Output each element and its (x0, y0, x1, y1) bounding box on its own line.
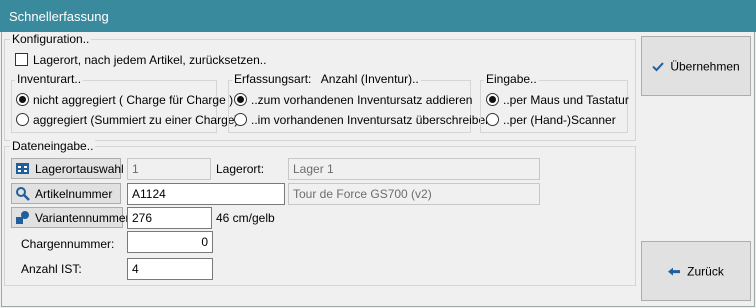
radio-mouse-keyboard-label[interactable]: ..per Maus und Tastatur (503, 93, 629, 107)
dialog-body: Konfiguration.. Lagerort, nach jedem Art… (1, 32, 755, 307)
quantity-input[interactable]: 4 (127, 258, 213, 280)
location-label: Lagerort: (216, 162, 265, 176)
radio-aggregated-label[interactable]: aggregiert (Summiert zu einer Charge) (33, 113, 238, 127)
apply-button-label: Übernehmen (670, 59, 740, 74)
radio-add-to-existing[interactable] (234, 93, 247, 106)
radio-mouse-keyboard[interactable] (486, 93, 499, 106)
capture-type-legend: Erfassungsart: Anzahl (Inventur).. (232, 72, 421, 86)
input-mode-legend: Eingabe.. (484, 72, 539, 86)
radio-hand-scanner-label[interactable]: ..per (Hand-)Scanner (503, 113, 616, 127)
shapes-icon (16, 211, 29, 224)
radio-not-aggregated-label[interactable]: nicht aggregiert ( Charge für Charge ) (33, 93, 233, 107)
reset-location-checkbox[interactable] (15, 53, 28, 66)
search-icon (16, 187, 30, 201)
warehouse-icon (16, 163, 29, 174)
location-id-field: 1 (127, 158, 211, 180)
inventory-type-legend: Inventurart.. (15, 72, 84, 86)
article-name-field: Tour de Force GS700 (v2) (288, 183, 540, 205)
variant-number-input[interactable]: 276 (127, 207, 212, 229)
radio-add-to-existing-label[interactable]: ..zum vorhandenen Inventursatz addieren (251, 93, 472, 107)
location-select-label: Lagerortauswahl (35, 162, 124, 176)
quantity-label: Anzahl IST: (21, 262, 82, 276)
article-number-button-label: Artikelnummer (35, 187, 113, 201)
location-name-field: Lager 1 (288, 158, 540, 180)
back-button-label: Zurück (687, 264, 724, 279)
variant-number-button-label: Variantennummer (35, 211, 130, 225)
variant-number-button[interactable]: Variantennummer (11, 207, 130, 228)
back-arrow-icon (668, 267, 681, 276)
reset-location-label[interactable]: Lagerort, nach jedem Artikel, zurücksetz… (33, 53, 266, 67)
location-select-button[interactable]: Lagerortauswahl (11, 158, 124, 179)
title-bar: Schnellerfassung (0, 0, 756, 32)
radio-hand-scanner[interactable] (486, 113, 499, 126)
radio-not-aggregated[interactable] (16, 93, 29, 106)
apply-button[interactable]: Übernehmen (641, 36, 751, 96)
configuration-legend: Konfiguration.. (10, 32, 92, 46)
article-number-input[interactable]: A1124 (127, 183, 285, 205)
variant-description: 46 cm/gelb (216, 211, 275, 225)
window-title: Schnellerfassung (9, 9, 109, 24)
back-button[interactable]: Zurück (641, 241, 751, 301)
data-entry-legend: Dateneingabe.. (10, 139, 96, 153)
article-number-button[interactable]: Artikelnummer (11, 183, 121, 204)
radio-overwrite-existing[interactable] (234, 113, 247, 126)
radio-aggregated[interactable] (16, 113, 29, 126)
radio-overwrite-existing-label[interactable]: ..im vorhandenen Inventursatz überschrei… (251, 113, 492, 127)
batch-number-label: Chargennummer: (21, 237, 115, 251)
checkmark-icon (652, 62, 665, 72)
batch-number-input[interactable]: 0 (127, 231, 213, 253)
